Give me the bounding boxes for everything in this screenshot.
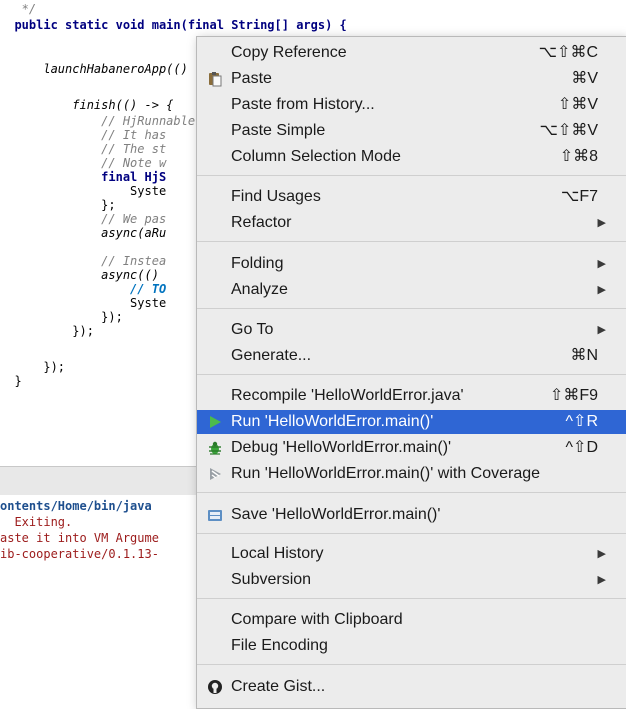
menu-item-subversion[interactable]: Subversion ▶ [197, 568, 626, 592]
menu-item-label: File Encoding [231, 637, 328, 654]
menu-item-go-to[interactable]: Go To ▶ [197, 318, 626, 342]
github-icon [207, 679, 223, 695]
menu-item-shortcut: ⌘N [570, 347, 598, 364]
menu-item-label: Column Selection Mode [231, 148, 401, 165]
menu-item-label: Paste from History... [231, 96, 375, 113]
code-line: */ [0, 2, 37, 16]
menu-item-shortcut: ^⇧R [565, 413, 598, 430]
clipboard-icon [207, 71, 223, 87]
code-line: // We pas [0, 212, 167, 226]
menu-item-copy-reference[interactable]: Copy Reference ⌥⇧⌘C [197, 41, 626, 65]
menu-item-label: Run 'HelloWorldError.main()' [231, 413, 434, 430]
code-line: final HjS [0, 170, 167, 184]
menu-item-local-history[interactable]: Local History ▶ [197, 542, 626, 566]
menu-item-recompile[interactable]: Recompile 'HelloWorldError.java' ⇧⌘F9 [197, 384, 626, 408]
code-line: // Instea [0, 254, 167, 268]
menu-item-shortcut: ⌥F7 [560, 188, 598, 205]
submenu-arrow-icon: ▶ [597, 217, 606, 229]
menu-separator [197, 374, 626, 375]
menu-item-label: Compare with Clipboard [231, 611, 403, 628]
menu-item-label: Go To [231, 321, 274, 338]
menu-item-label: Create Gist... [231, 678, 326, 695]
code-line: async(aRu [0, 226, 167, 240]
menu-item-run[interactable]: Run 'HelloWorldError.main()' ^⇧R [197, 410, 626, 434]
menu-item-label: Folding [231, 255, 284, 272]
menu-item-shortcut: ⇧⌘F9 [549, 387, 598, 404]
menu-item-label: Refactor [231, 214, 292, 231]
code-line: // The st [0, 142, 167, 156]
menu-item-folding[interactable]: Folding ▶ [197, 252, 626, 276]
debug-bug-icon [207, 440, 223, 456]
code-line: }); [0, 360, 66, 374]
menu-separator [197, 308, 626, 309]
menu-item-find-usages[interactable]: Find Usages ⌥F7 [197, 185, 626, 209]
submenu-arrow-icon: ▶ [597, 324, 606, 336]
menu-item-analyze[interactable]: Analyze ▶ [197, 278, 626, 302]
run-icon [207, 414, 223, 430]
menu-item-label: Save 'HelloWorldError.main()' [231, 506, 441, 523]
menu-item-label: Local History [231, 545, 324, 562]
menu-item-paste-simple[interactable]: Paste Simple ⌥⇧⌘V [197, 119, 626, 143]
menu-item-label: Copy Reference [231, 44, 347, 61]
menu-item-shortcut: ⇧⌘8 [559, 148, 598, 165]
code-line: public static void main(final String[] a… [0, 18, 347, 32]
menu-item-label: Analyze [231, 281, 288, 298]
code-line: launchHabaneroApp(() -> { [0, 62, 224, 76]
menu-separator [197, 492, 626, 493]
menu-item-file-encoding[interactable]: File Encoding [197, 634, 626, 658]
menu-item-compare-with-clipboard[interactable]: Compare with Clipboard [197, 608, 626, 632]
menu-item-paste[interactable]: Paste ⌘V [197, 67, 626, 91]
menu-item-label: Subversion [231, 571, 312, 588]
menu-item-label: Recompile 'HelloWorldError.java' [231, 387, 464, 404]
menu-item-generate[interactable]: Generate... ⌘N [197, 344, 626, 368]
code-line: Syste [0, 184, 167, 198]
menu-item-shortcut: ^⇧D [565, 439, 598, 456]
console-line: ontents/Home/bin/java [0, 499, 152, 513]
menu-item-shortcut: ⌘V [571, 70, 598, 87]
submenu-arrow-icon: ▶ [597, 284, 606, 296]
menu-item-paste-from-history[interactable]: Paste from History... ⇧⌘V [197, 93, 626, 117]
code-line: // HjRunnable [0, 114, 196, 128]
console-line: aste it into VM Argume [0, 531, 159, 545]
menu-item-refactor[interactable]: Refactor ▶ [197, 211, 626, 235]
code-line: }; [0, 198, 116, 212]
code-line: Syste [0, 296, 167, 310]
console-line: ib-cooperative/0.1.13- [0, 547, 159, 561]
menu-item-label: Paste Simple [231, 122, 326, 139]
menu-item-label: Paste [231, 70, 272, 87]
code-line: async(() [0, 268, 159, 282]
submenu-arrow-icon: ▶ [597, 258, 606, 270]
code-line: }); [0, 310, 123, 324]
menu-item-shortcut: ⌥⇧⌘V [539, 122, 598, 139]
menu-item-debug[interactable]: Debug 'HelloWorldError.main()' ^⇧D [197, 436, 626, 460]
coverage-icon [207, 466, 223, 482]
menu-separator [197, 598, 626, 599]
code-line: }); [0, 324, 94, 338]
menu-separator [197, 533, 626, 534]
context-menu: Copy Reference ⌥⇧⌘C Paste ⌘V Paste from … [196, 36, 626, 709]
code-line: } [0, 374, 22, 388]
menu-item-shortcut: ⌥⇧⌘C [538, 44, 598, 61]
menu-item-label: Debug 'HelloWorldError.main()' [231, 439, 452, 456]
menu-item-label: Run 'HelloWorldError.main()' with Covera… [231, 465, 541, 482]
save-config-icon [207, 507, 223, 523]
menu-item-column-selection-mode[interactable]: Column Selection Mode ⇧⌘8 [197, 145, 626, 169]
submenu-arrow-icon: ▶ [597, 548, 606, 560]
code-line: finish(() -> { [0, 98, 174, 112]
menu-item-save-configuration[interactable]: Save 'HelloWorldError.main()' [197, 503, 626, 527]
code-line: // It has [0, 128, 167, 142]
menu-item-shortcut: ⇧⌘V [557, 96, 598, 113]
code-line: // Note w [0, 156, 167, 170]
menu-item-label: Generate... [231, 347, 312, 364]
menu-separator [197, 241, 626, 242]
menu-item-create-gist[interactable]: Create Gist... [197, 675, 626, 699]
console-line: Exiting. [0, 515, 73, 529]
menu-item-run-with-coverage[interactable]: Run 'HelloWorldError.main()' with Covera… [197, 462, 626, 486]
menu-separator [197, 175, 626, 176]
code-line: // TO [0, 282, 167, 296]
submenu-arrow-icon: ▶ [597, 574, 606, 586]
menu-item-label: Find Usages [231, 188, 321, 205]
menu-separator [197, 664, 626, 665]
